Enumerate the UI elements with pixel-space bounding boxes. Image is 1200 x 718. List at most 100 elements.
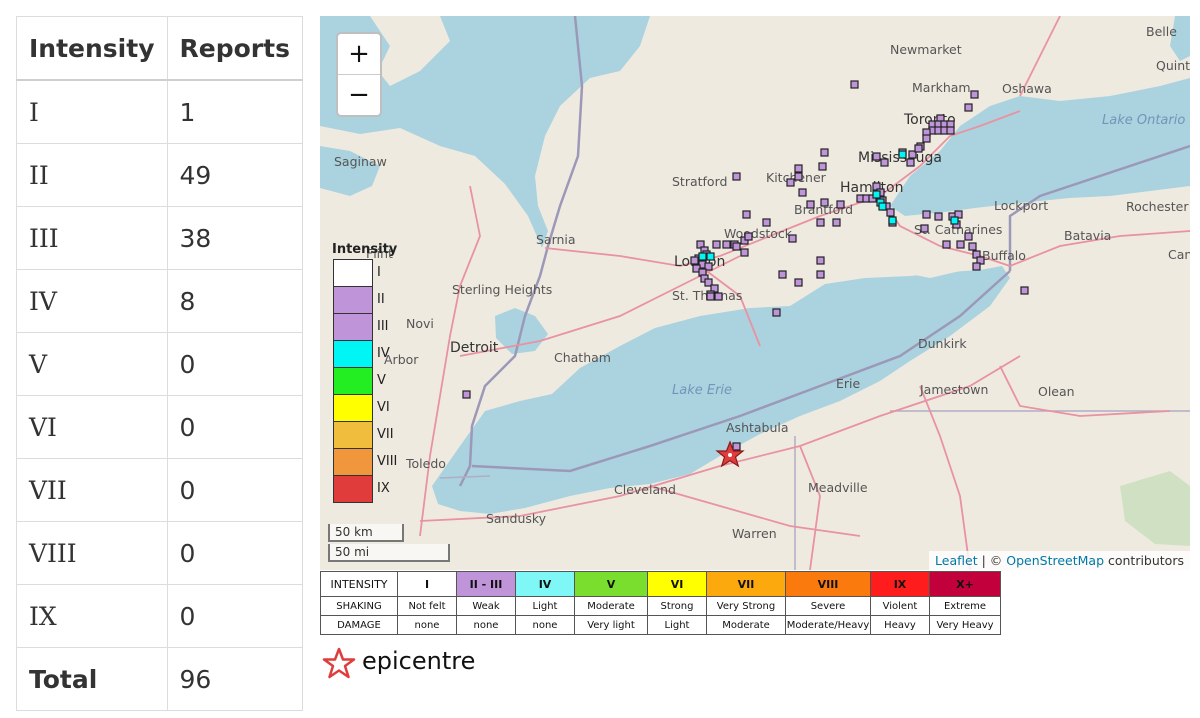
report-marker[interactable] [880,158,889,167]
report-marker[interactable] [922,134,931,143]
report-marker[interactable] [820,198,829,207]
reports-cell: 49 [166,143,303,207]
report-marker-iv[interactable] [706,252,715,261]
report-marker[interactable] [872,152,881,161]
legend-item: III [332,313,397,341]
report-marker[interactable] [934,212,943,221]
scale-shaking-cell: Violent [870,596,930,616]
place-rochester: Rochester [1126,199,1189,214]
report-marker[interactable] [732,242,741,251]
report-marker-iv[interactable] [898,150,907,159]
report-marker[interactable] [920,224,929,233]
report-marker-iv[interactable] [878,202,887,211]
zoom-in-button[interactable]: + [338,34,380,74]
report-marker[interactable] [820,148,829,157]
report-marker[interactable] [816,256,825,265]
report-marker[interactable] [970,90,979,99]
report-marker[interactable] [788,234,797,243]
report-marker[interactable] [836,200,845,209]
legend-label: IV [377,346,390,361]
legend-item: VI [332,394,397,422]
report-marker[interactable] [798,188,807,197]
place-olean: Olean [1038,384,1075,399]
zoom-out-button[interactable]: − [338,74,380,115]
report-marker[interactable] [462,390,471,399]
report-marker[interactable] [706,292,715,301]
report-marker[interactable] [794,278,803,287]
table-header-row: Intensity Reports [16,16,303,81]
report-marker[interactable] [722,240,731,249]
report-marker[interactable] [786,178,795,187]
table-row: III 38 [16,206,303,270]
scale-damage-cell: Very Heavy [929,615,1001,635]
place-saginaw: Saginaw [334,154,387,169]
intensity-column-header: Intensity [16,16,168,81]
leaflet-link[interactable]: Leaflet [935,553,978,568]
report-marker[interactable] [914,144,923,153]
scale-damage-cell: none [456,615,516,635]
report-marker[interactable] [922,210,931,219]
report-marker[interactable] [778,270,787,279]
scale-shaking-cell: Extreme [929,596,1001,616]
report-marker[interactable] [946,126,955,135]
scale-shaking-cell: Severe [785,596,871,616]
scale-mi: 50 mi [328,544,450,562]
report-marker[interactable] [964,103,973,112]
report-marker[interactable] [964,232,973,241]
place-ashtabula: Ashtabula [726,420,789,435]
report-marker[interactable] [712,240,721,249]
legend-swatch [333,448,373,476]
report-marker[interactable] [740,248,749,257]
report-marker[interactable] [772,308,781,317]
report-marker[interactable] [714,292,723,301]
epicentre-star-icon [322,647,356,679]
report-marker-iv[interactable] [950,216,959,225]
legend-item: V [332,367,397,395]
report-marker[interactable] [850,80,859,89]
place-woodstock: Woodstock [724,226,793,241]
report-marker[interactable] [806,200,815,209]
report-marker[interactable] [732,172,741,181]
report-marker[interactable] [956,240,965,249]
report-marker-iv[interactable] [888,216,897,225]
place-novi: Novi [406,316,434,331]
report-marker[interactable] [816,218,825,227]
report-marker-iv[interactable] [872,190,881,199]
intensity-cell: IX [16,584,168,648]
reports-cell: 1 [166,79,303,144]
legend-swatch [333,259,373,287]
scale-intensity-cell: VI [647,571,707,597]
report-marker[interactable] [1020,286,1029,295]
report-marker[interactable] [742,210,751,219]
report-marker[interactable] [972,262,981,271]
report-marker[interactable] [942,240,951,249]
report-marker[interactable] [886,208,895,217]
place-markham: Markham [912,80,971,95]
report-marker[interactable] [762,218,771,227]
place-meadville: Meadville [808,480,868,495]
report-marker[interactable] [744,232,753,241]
table-row: IX 0 [16,584,303,648]
intensity-legend: Intensity I II III IV V VI VII VIII IX [332,242,397,503]
scale-shaking-row: SHAKING Not felt Weak Light Moderate Strong V… [320,596,1001,616]
report-marker[interactable] [818,162,827,171]
report-marker-iv[interactable] [698,252,707,261]
scale-damage-cell: none [397,615,457,635]
legend-swatch [333,313,373,341]
intensity-cell: III [16,206,168,270]
report-marker[interactable] [832,218,841,227]
report-marker[interactable] [732,442,741,451]
report-marker[interactable] [794,164,803,173]
report-marker[interactable] [690,256,699,265]
legend-item: I [332,259,397,287]
map-panel[interactable]: Belle Quinte West Newmarket Markham Osha… [320,16,1190,570]
intensity-cell: V [16,332,168,396]
osm-link[interactable]: OpenStreetMap [1006,553,1104,568]
report-marker[interactable] [816,270,825,279]
legend-rows: I II III IV V VI VII VIII IX [332,259,397,503]
report-marker[interactable] [968,242,977,251]
scale-damage-cell: Heavy [870,615,930,635]
map-base[interactable]: Belle Quinte West Newmarket Markham Osha… [320,16,1190,570]
report-marker[interactable] [794,172,803,181]
report-marker[interactable] [906,158,915,167]
